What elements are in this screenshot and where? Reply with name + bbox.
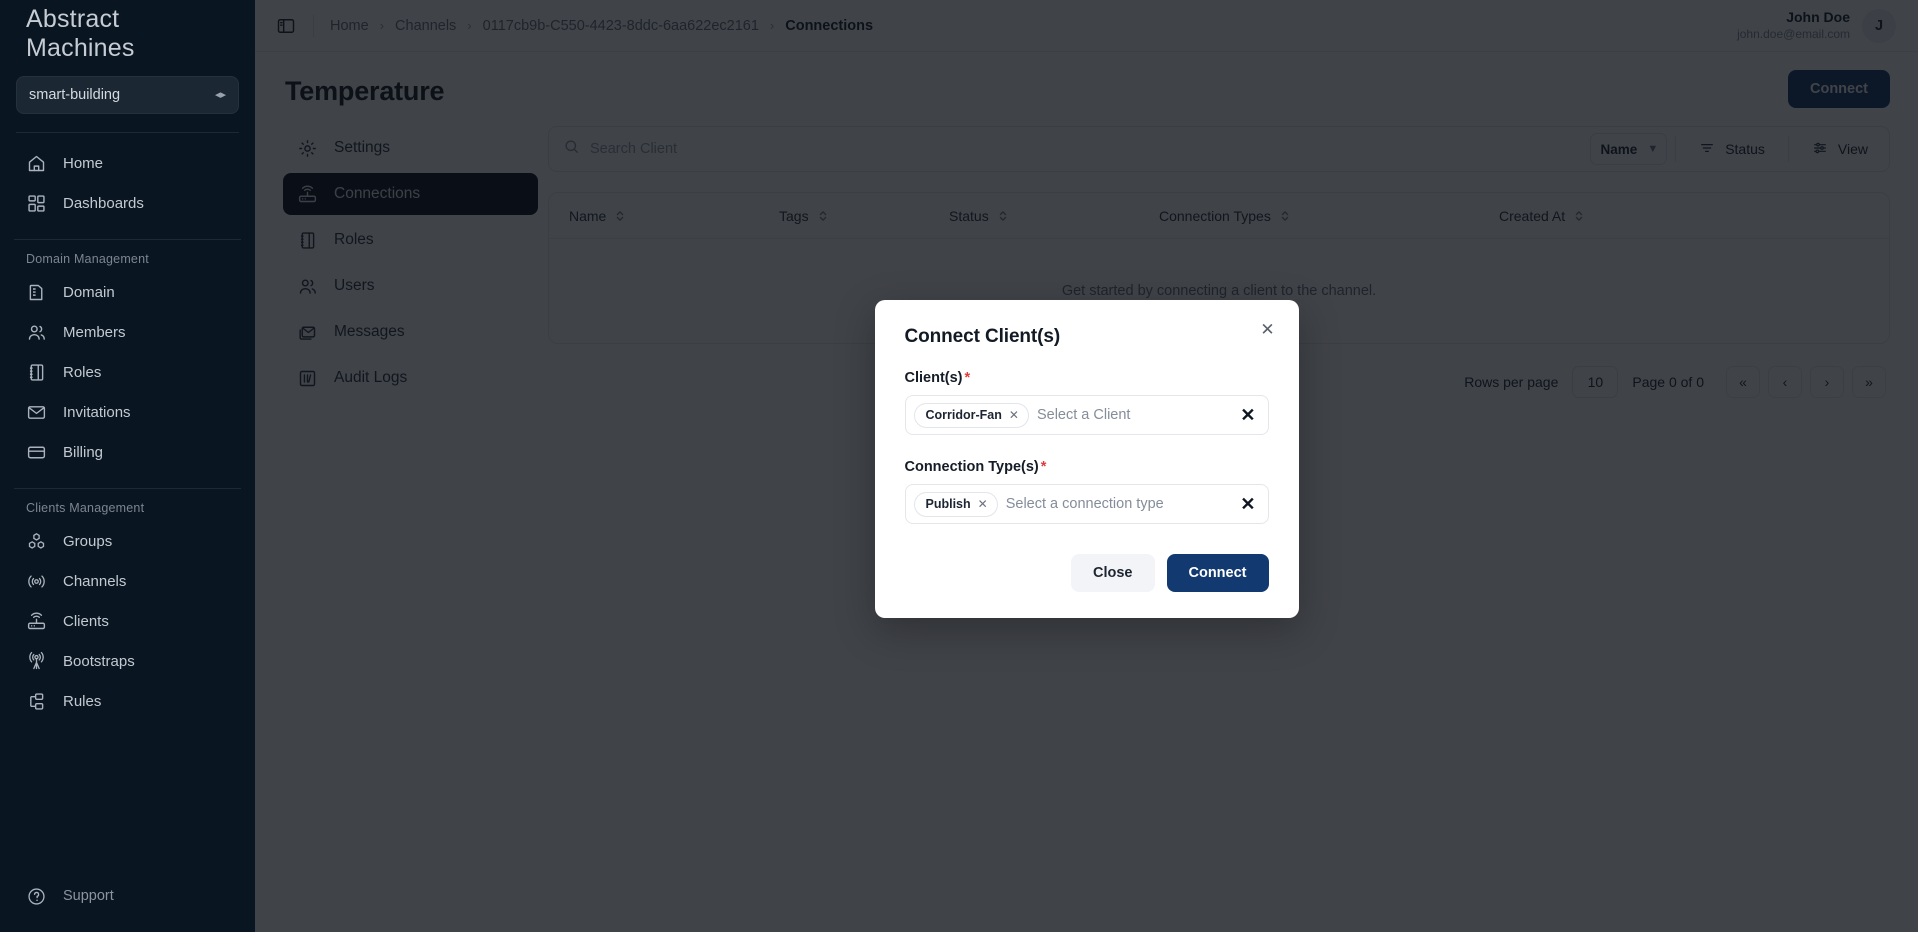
rules-icon (26, 691, 47, 712)
connection-type-chip: Publish ✕ (913, 491, 998, 517)
sidebar-item-label: Channels (63, 572, 127, 590)
domain-selector-value: smart-building (29, 87, 121, 103)
connection-types-input-placeholder[interactable]: Select a connection type (1006, 496, 1233, 512)
sidebar-item-label: Domain (63, 283, 115, 301)
antenna-icon (26, 651, 47, 672)
connection-types-label-text: Connection Type(s) (904, 459, 1039, 475)
clients-input-placeholder[interactable]: Select a Client (1037, 407, 1232, 423)
sidebar-item-home[interactable]: Home (12, 143, 243, 183)
brand-name: Abstract Machines (26, 5, 135, 62)
router-icon (26, 611, 47, 632)
sidebar-item-billing[interactable]: Billing (12, 432, 243, 472)
notebook-icon (26, 362, 47, 383)
chip-label: Corridor-Fan (925, 408, 1002, 422)
sidebar-item-groups[interactable]: Groups (12, 521, 243, 561)
client-chip: Corridor-Fan ✕ (913, 402, 1029, 428)
sidebar-item-label: Home (63, 154, 104, 172)
sidebar-support: Support (12, 876, 243, 916)
sidebar-item-label: Support (63, 888, 114, 904)
sidebar-nav: Home Dashboards Domain Management Domain (0, 133, 255, 721)
main-area: Home › Channels › 0117cb9b-C550-4423-8dd… (255, 0, 1918, 932)
sidebar-item-clients[interactable]: Clients (12, 601, 243, 641)
sidebar-item-label: Billing (63, 443, 104, 461)
clients-label-text: Client(s) (904, 370, 963, 386)
sidebar-item-support[interactable]: Support (12, 876, 243, 916)
chip-label: Publish (925, 497, 971, 511)
modal-title: Connect Client(s) (904, 326, 1061, 347)
sidebar-item-rules[interactable]: Rules (12, 681, 243, 721)
modal-connect-button[interactable]: Connect (1166, 554, 1269, 592)
sidebar-item-dashboards[interactable]: Dashboards (12, 183, 243, 223)
sidebar-item-domain[interactable]: Domain (12, 272, 243, 312)
dashboards-icon (26, 193, 47, 214)
sidebar-item-label: Rules (63, 692, 102, 710)
mail-icon (26, 402, 47, 423)
sidebar-item-roles[interactable]: Roles (12, 352, 243, 392)
credit-card-icon (26, 442, 47, 463)
domain-selector[interactable]: smart-building ◂▸ (16, 76, 239, 114)
help-circle-icon (26, 886, 47, 907)
sidebar-item-members[interactable]: Members (12, 312, 243, 352)
chevron-updown-icon: ◂▸ (214, 88, 226, 101)
sidebar-item-label: Groups (63, 532, 113, 550)
users-icon (26, 322, 47, 343)
connection-types-multiselect[interactable]: Publish ✕ Select a connection type ✕ (904, 484, 1269, 524)
sidebar-item-channels[interactable]: Channels (12, 561, 243, 601)
broadcast-icon (26, 571, 47, 592)
chip-remove-icon[interactable]: ✕ (978, 497, 988, 511)
sidebar: Abstract Machines smart-building ◂▸ Home… (0, 0, 255, 932)
app-root: Abstract Machines smart-building ◂▸ Home… (0, 0, 1918, 932)
clients-field-label: Client(s) * (905, 370, 1269, 386)
sidebar-item-label: Members (63, 323, 126, 341)
clients-multiselect[interactable]: Corridor-Fan ✕ Select a Client ✕ (904, 395, 1269, 435)
sidebar-group-label-domain: Domain Management (26, 252, 149, 266)
modal-close-button[interactable]: Close (1071, 554, 1155, 592)
required-marker: * (964, 370, 971, 386)
sidebar-item-bootstraps[interactable]: Bootstraps (12, 641, 243, 681)
clients-clear-icon[interactable]: ✕ (1240, 406, 1257, 424)
sidebar-item-label: Dashboards (63, 194, 144, 212)
groups-icon (26, 531, 47, 552)
sidebar-item-label: Bootstraps (63, 652, 135, 670)
sidebar-item-label: Clients (63, 612, 109, 630)
sidebar-item-invitations[interactable]: Invitations (12, 392, 243, 432)
modal-spacer (905, 435, 1269, 459)
home-icon (26, 153, 47, 174)
chip-remove-icon[interactable]: ✕ (1009, 408, 1019, 422)
modal-actions: Close Connect (905, 554, 1269, 592)
connection-types-clear-icon[interactable]: ✕ (1240, 495, 1257, 513)
sidebar-item-label: Invitations (63, 403, 131, 421)
sidebar-group-label-clients: Clients Management (26, 501, 145, 515)
connect-clients-modal: ✕ Connect Client(s) Client(s) * Corridor-… (874, 300, 1299, 618)
sidebar-item-label: Roles (63, 363, 102, 381)
required-marker: * (1040, 459, 1047, 475)
close-icon[interactable]: ✕ (1257, 318, 1279, 340)
connection-types-field-label: Connection Type(s) * (905, 459, 1269, 475)
modal-overlay[interactable]: ✕ Connect Client(s) Client(s) * Corridor-… (255, 0, 1918, 932)
building-icon (26, 282, 47, 303)
brand-logo: Abstract Machines (0, 0, 255, 68)
